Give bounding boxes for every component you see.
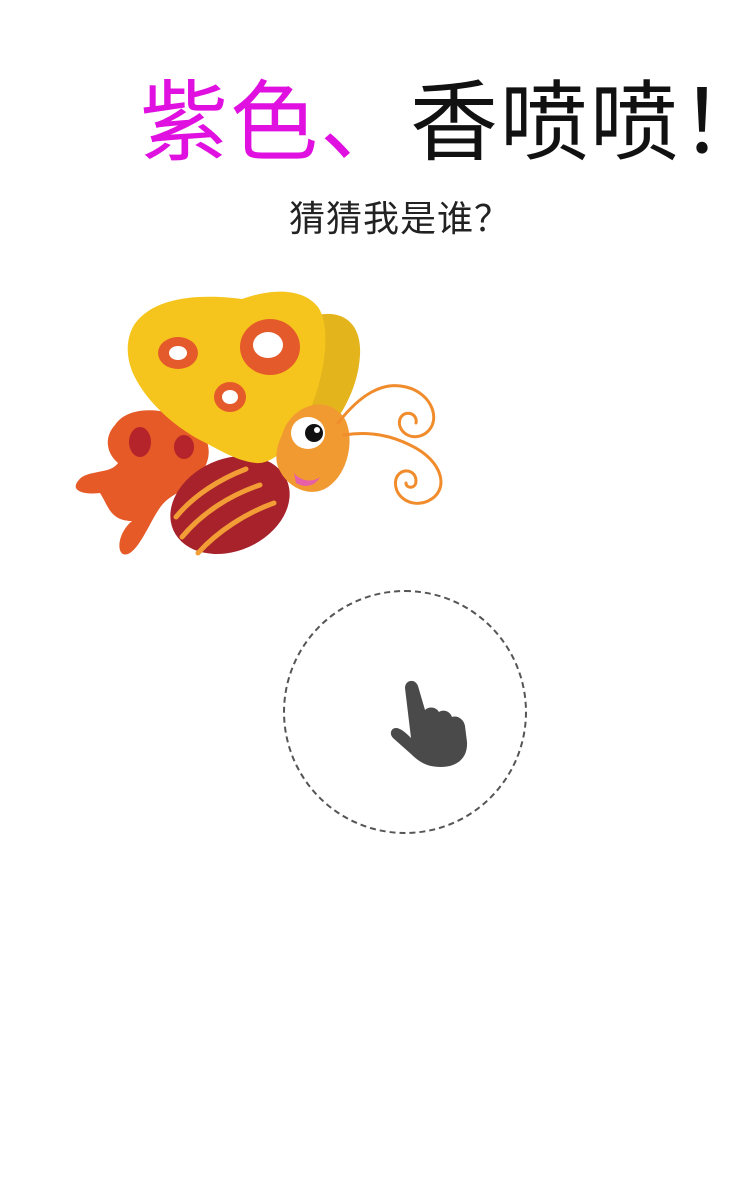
headline-text: 香喷喷！ <box>410 71 750 174</box>
butterfly-icon <box>75 291 443 556</box>
headline-accent: 紫色、 <box>140 71 411 174</box>
tap-target[interactable] <box>283 590 527 834</box>
subtitle: 猜猜我是谁？ <box>288 199 511 240</box>
headline: 紫色、香喷喷！ <box>140 68 750 178</box>
